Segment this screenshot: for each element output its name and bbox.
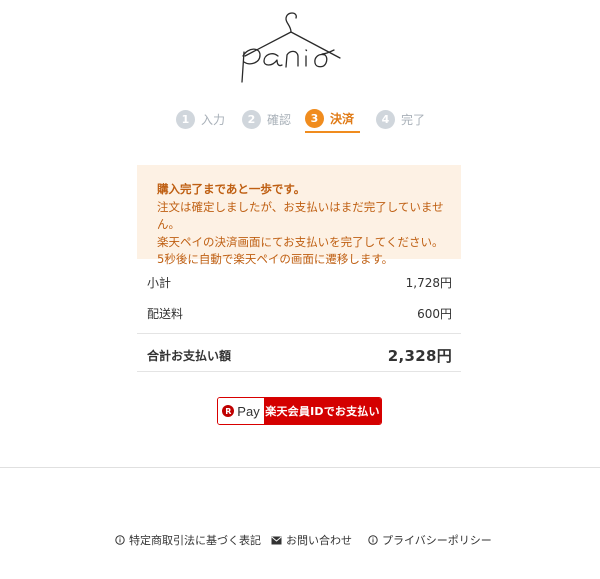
step-complete: 4 完了 xyxy=(376,105,425,133)
footer-divider xyxy=(0,467,600,468)
rakuten-pay-logo: R Pay xyxy=(218,398,264,424)
footer-link-contact[interactable]: お問い合わせ xyxy=(271,532,352,548)
rakuten-r-icon: R xyxy=(222,405,235,417)
step-number: 4 xyxy=(376,109,395,129)
shipping-row: 配送料 600円 xyxy=(147,305,452,322)
notice-line: 楽天ペイの決済画面にてお支払いを完了してください。 xyxy=(157,234,444,249)
checkout-steps: 1 入力 2 確認 3 決済 4 完了 xyxy=(0,105,600,135)
step-number: 1 xyxy=(176,109,195,129)
step-payment: 3 決済 xyxy=(305,105,361,133)
total-label: 合計お支払い額 xyxy=(147,349,232,363)
notice-line: 5秒後に自動で楽天ペイの画面に遷移します。 xyxy=(157,252,394,266)
payment-pending-notice: 購入完了まであと一歩です。 注文は確定しましたが、お支払いはまだ完了していません… xyxy=(137,165,461,266)
summary-divider xyxy=(137,371,461,372)
pay-logo-text: Pay xyxy=(237,403,260,419)
notice-heading: 購入完了まであと一歩です。 xyxy=(157,182,306,196)
step-label: 決済 xyxy=(330,111,355,126)
info-circle-icon xyxy=(368,535,378,545)
step-label: 入力 xyxy=(201,112,226,127)
rakuten-pay-button[interactable]: R Pay 楽天会員IDでお支払い xyxy=(217,397,382,425)
subtotal-label: 小計 xyxy=(147,276,172,290)
step-input: 1 入力 xyxy=(176,105,225,133)
shipping-label: 配送料 xyxy=(147,307,184,321)
notice-line: 注文は確定しましたが、お支払いはまだ完了していません。 xyxy=(157,199,444,232)
brand-logo: panio xyxy=(241,12,341,83)
footer-link-privacy[interactable]: プライバシーポリシー xyxy=(368,532,492,548)
total-value: 2,328円 xyxy=(387,347,452,365)
step-number: 3 xyxy=(305,108,324,128)
footer-link-legal[interactable]: 特定商取引法に基づく表記 xyxy=(115,532,261,548)
subtotal-value: 1,728円 xyxy=(405,276,452,290)
envelope-icon xyxy=(271,536,282,545)
subtotal-row: 小計 1,728円 xyxy=(147,274,452,291)
summary-divider xyxy=(137,333,461,334)
footer: 特定商取引法に基づく表記 お問い合わせ プライバシーポリシー xyxy=(0,532,600,552)
step-number: 2 xyxy=(242,109,261,129)
footer-link-label: お問い合わせ xyxy=(286,534,352,547)
rakuten-pay-label: 楽天会員IDでお支払い xyxy=(264,398,381,424)
footer-link-label: 特定商取引法に基づく表記 xyxy=(129,534,261,547)
info-circle-icon xyxy=(115,535,125,545)
step-label: 完了 xyxy=(401,112,426,127)
shipping-value: 600円 xyxy=(417,307,452,321)
total-row: 合計お支払い額 2,328円 xyxy=(147,345,452,366)
step-label: 確認 xyxy=(267,112,292,127)
step-confirm: 2 確認 xyxy=(242,105,291,133)
footer-link-label: プライバシーポリシー xyxy=(382,534,492,547)
